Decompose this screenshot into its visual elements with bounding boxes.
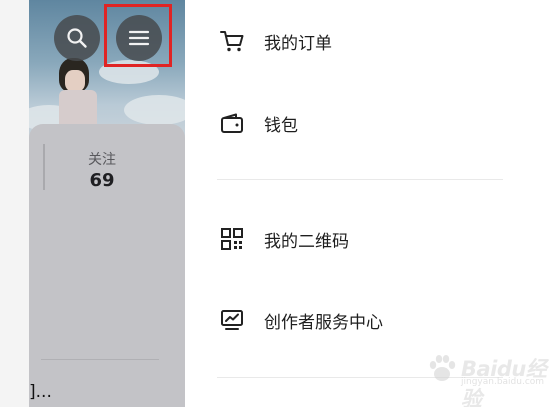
stats-divider — [43, 144, 45, 190]
menu-item-creator-service-center[interactable]: 创作者服务中心 — [219, 300, 383, 340]
menu-item-label: 我的订单 — [264, 33, 332, 54]
menu-item-label: 我的二维码 — [264, 231, 349, 252]
truncated-text: ]... — [29, 382, 52, 402]
menu-item-my-qr-code[interactable]: 我的二维码 — [219, 219, 349, 259]
device-frame-edge — [0, 0, 29, 407]
creator-monitor-icon — [219, 307, 245, 333]
follow-label: 关注 — [88, 152, 116, 168]
search-icon — [67, 28, 87, 48]
menu-item-wallet[interactable]: 钱包 — [219, 103, 298, 143]
qr-code-icon — [219, 226, 245, 252]
menu-item-label: 钱包 — [264, 115, 298, 136]
dimmed-profile-panel[interactable]: 关注 69 ]... — [29, 0, 185, 407]
watermark-subtext: jingyan.baidu.com — [461, 377, 545, 387]
menu-highlight-annotation — [104, 4, 172, 67]
side-drawer-menu: 我的订单 钱包 我的二维码 创作者服务中心 Baidu经验 jingyan.ba… — [185, 0, 554, 407]
menu-item-my-orders[interactable]: 我的订单 — [219, 21, 332, 61]
baidu-jingyan-watermark: Baidu经验 jingyan.baidu.com — [425, 347, 551, 407]
card-divider-line — [41, 359, 159, 360]
cart-icon — [219, 28, 245, 54]
menu-item-label: 创作者服务中心 — [264, 312, 383, 333]
menu-separator — [217, 179, 503, 180]
paw-logo-icon — [429, 355, 456, 381]
profile-stats-card: 关注 69 — [29, 124, 185, 407]
wallet-icon — [219, 110, 245, 136]
search-button[interactable] — [54, 15, 100, 61]
follow-count[interactable]: 69 — [69, 170, 135, 191]
